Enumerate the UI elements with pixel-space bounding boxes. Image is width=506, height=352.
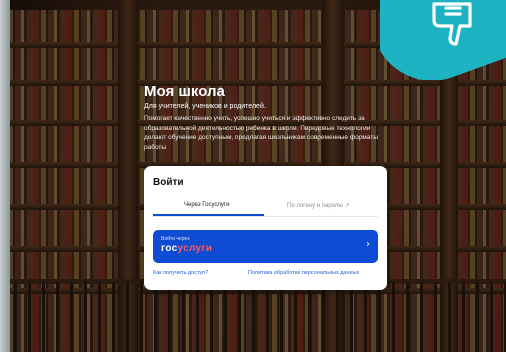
page-subtitle: Для учителей, учеников и родителей. (144, 103, 266, 110)
tab-gosuslugi[interactable]: Через Госуслуги (184, 202, 229, 208)
page-description: Помогает качественно учить, успешно учит… (144, 115, 379, 151)
page-title: Моя школа (144, 83, 225, 100)
gosuslugi-logo-part1: гос (161, 243, 178, 254)
gosuslugi-login-button[interactable]: Войти через госуслуги › (153, 230, 378, 263)
login-card: Войти Через Госуслуги По логину и паролю… (144, 166, 387, 290)
privacy-policy-link[interactable]: Политика обработки персональных данных (248, 270, 359, 276)
frame-edge (0, 0, 10, 352)
railing (0, 282, 506, 352)
login-card-title: Войти (153, 177, 184, 188)
gosuslugi-logo: госуслуги (161, 243, 212, 254)
chevron-right-icon: › (366, 239, 370, 250)
tabs-divider (153, 216, 378, 217)
page-background: Моя школа Для учителей, учеников и родит… (0, 0, 506, 352)
get-access-link[interactable]: Как получить доступ? (153, 270, 208, 276)
gosuslugi-logo-part2: услуги (177, 243, 213, 254)
gosuslugi-button-caption: Войти через (161, 236, 190, 242)
thumbs-down-icon (432, 2, 472, 46)
tab-login-password[interactable]: По логину и паролю ↗ (287, 202, 350, 209)
active-tab-indicator (153, 214, 264, 216)
